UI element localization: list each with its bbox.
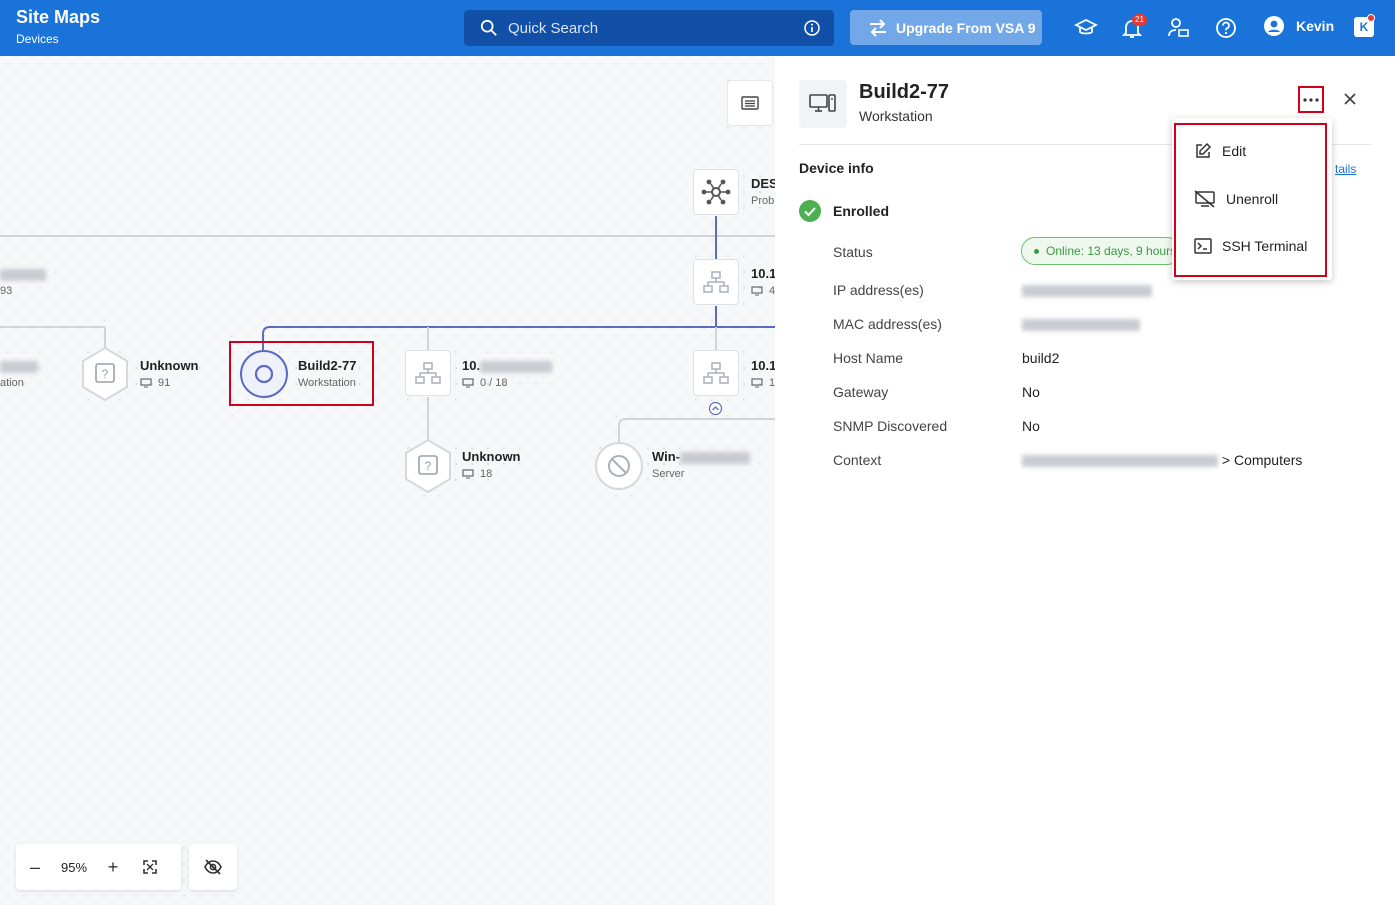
unenroll-icon	[1194, 190, 1215, 208]
field-value-hostname: build2	[1022, 350, 1060, 366]
menu-item-label: SSH Terminal	[1222, 238, 1308, 254]
monitor-icon	[751, 286, 763, 296]
network-switch-icon	[703, 362, 729, 384]
brand: Site Maps Devices	[16, 7, 100, 47]
eye-off-icon	[204, 859, 222, 875]
menu-item-label: Unenroll	[1226, 191, 1279, 207]
node-unknown-1[interactable]: ?	[80, 346, 130, 407]
field-label-ip: IP address(es)	[833, 282, 924, 298]
device-type-icon-box	[799, 80, 847, 128]
upgrade-button[interactable]: Upgrade From VSA 9	[850, 10, 1042, 45]
upgrade-label: Upgrade From VSA 9	[896, 19, 1036, 36]
user-name: Kevin	[1296, 18, 1335, 34]
details-link[interactable]: tails	[1335, 162, 1356, 176]
actions-dropdown-menu: Edit Unenroll SSH Terminal	[1172, 118, 1332, 280]
top-bar: Site Maps Devices Quick Search Upgrade F…	[0, 0, 1395, 56]
monitor-icon	[751, 378, 763, 388]
hide-toggle-button[interactable]	[189, 844, 237, 890]
close-icon[interactable]	[1341, 90, 1359, 108]
connection-lines	[0, 216, 775, 442]
fit-screen-icon[interactable]	[142, 859, 158, 875]
field-label-context: Context	[833, 452, 882, 468]
monitor-icon	[140, 378, 152, 388]
more-actions-button[interactable]	[1298, 86, 1324, 113]
more-horizontal-icon	[1303, 97, 1319, 102]
zoom-level: 95%	[60, 859, 88, 875]
device-name: Build2-77	[859, 81, 950, 103]
collapse-chevron-icon[interactable]	[708, 401, 723, 416]
site-map-canvas[interactable]: 93 ation ? Unknown 91 Build2-77 Workstat…	[0, 56, 775, 905]
node-win-server-label: Win- Server	[652, 449, 751, 480]
graduation-cap-icon[interactable]	[1074, 16, 1098, 40]
node-switch-top-right[interactable]	[693, 259, 739, 305]
help-icon[interactable]	[1214, 16, 1238, 40]
avatar-icon	[1264, 16, 1284, 36]
node-switch-mid[interactable]	[405, 350, 451, 396]
node-probe[interactable]	[693, 169, 739, 215]
field-label-mac: MAC address(es)	[833, 316, 942, 332]
zoom-in-button[interactable]: +	[94, 857, 132, 878]
search-input[interactable]: Quick Search	[508, 20, 804, 37]
svg-text:?: ?	[102, 367, 109, 381]
network-switch-icon	[703, 271, 729, 293]
workstation-icon	[809, 94, 836, 112]
network-switch-icon	[415, 362, 441, 384]
enrollment-status: Enrolled	[799, 200, 889, 222]
search-icon	[480, 19, 497, 36]
node-partial-top[interactable]: 93	[0, 266, 46, 297]
node-win-server[interactable]	[594, 441, 644, 496]
monitor-icon	[462, 469, 474, 479]
node-switch-mid-right-label: 10.1 1	[751, 358, 775, 389]
question-hex-icon: ?	[82, 346, 128, 402]
field-value-snmp: No	[1022, 418, 1040, 434]
field-label-gateway: Gateway	[833, 384, 889, 400]
remote-user-icon[interactable]	[1166, 16, 1190, 40]
list-view-button[interactable]	[727, 80, 773, 126]
status-badge: Online: 13 days, 9 hours	[1021, 237, 1181, 265]
swap-icon	[870, 18, 886, 37]
field-value-ip	[1022, 282, 1152, 298]
menu-item-edit[interactable]: Edit	[1194, 142, 1246, 160]
hub-icon	[701, 179, 731, 205]
question-hex-icon: ?	[405, 438, 451, 494]
monitor-icon	[462, 378, 474, 388]
node-switch-mid-right[interactable]	[693, 350, 739, 396]
field-value-mac	[1022, 316, 1140, 332]
field-label-hostname: Host Name	[833, 350, 904, 366]
page-subtitle: Devices	[16, 32, 59, 46]
edit-icon	[1196, 142, 1212, 158]
node-switch-top-right-label: 10.1 4	[751, 266, 775, 297]
node-unknown-1-label: Unknown 91	[140, 358, 199, 389]
terminal-icon	[1194, 238, 1212, 254]
svg-text:?: ?	[425, 459, 432, 473]
enrolled-label: Enrolled	[833, 203, 890, 219]
field-value-context: > Computers	[1022, 452, 1302, 468]
zoom-controls: – 95% +	[16, 844, 181, 890]
menu-item-label: Edit	[1222, 143, 1247, 159]
quick-search[interactable]: Quick Search	[464, 10, 834, 46]
blocked-circle-icon	[595, 442, 643, 490]
section-title: Device info	[799, 160, 874, 176]
menu-item-ssh-terminal[interactable]: SSH Terminal	[1194, 238, 1307, 254]
node-probe-label: DES Prob	[751, 176, 775, 207]
node-unknown-2[interactable]: ?	[403, 438, 453, 499]
notification-badge: 21	[1132, 14, 1147, 26]
field-label-snmp: SNMP Discovered	[833, 418, 948, 434]
info-icon[interactable]	[804, 20, 820, 36]
logo-notification-dot	[1367, 14, 1375, 22]
status-value: Online: 13 days, 9 hours	[1046, 244, 1177, 258]
node-unknown-2-label: Unknown 18	[462, 449, 521, 480]
node-switch-mid-label: 10. 0 / 18	[462, 358, 553, 389]
field-value-gateway: No	[1022, 384, 1040, 400]
node-partial-mid[interactable]: ation	[0, 358, 38, 389]
user-menu[interactable]: Kevin	[1264, 16, 1334, 36]
page-title: Site Maps	[16, 7, 101, 27]
selected-node-highlight	[229, 341, 374, 406]
check-circle-icon	[799, 200, 821, 222]
menu-item-unenroll[interactable]: Unenroll	[1194, 190, 1278, 208]
list-icon	[741, 96, 759, 110]
field-label-status: Status	[833, 244, 873, 260]
zoom-out-button[interactable]: –	[16, 857, 54, 878]
device-type: Workstation	[859, 108, 933, 124]
